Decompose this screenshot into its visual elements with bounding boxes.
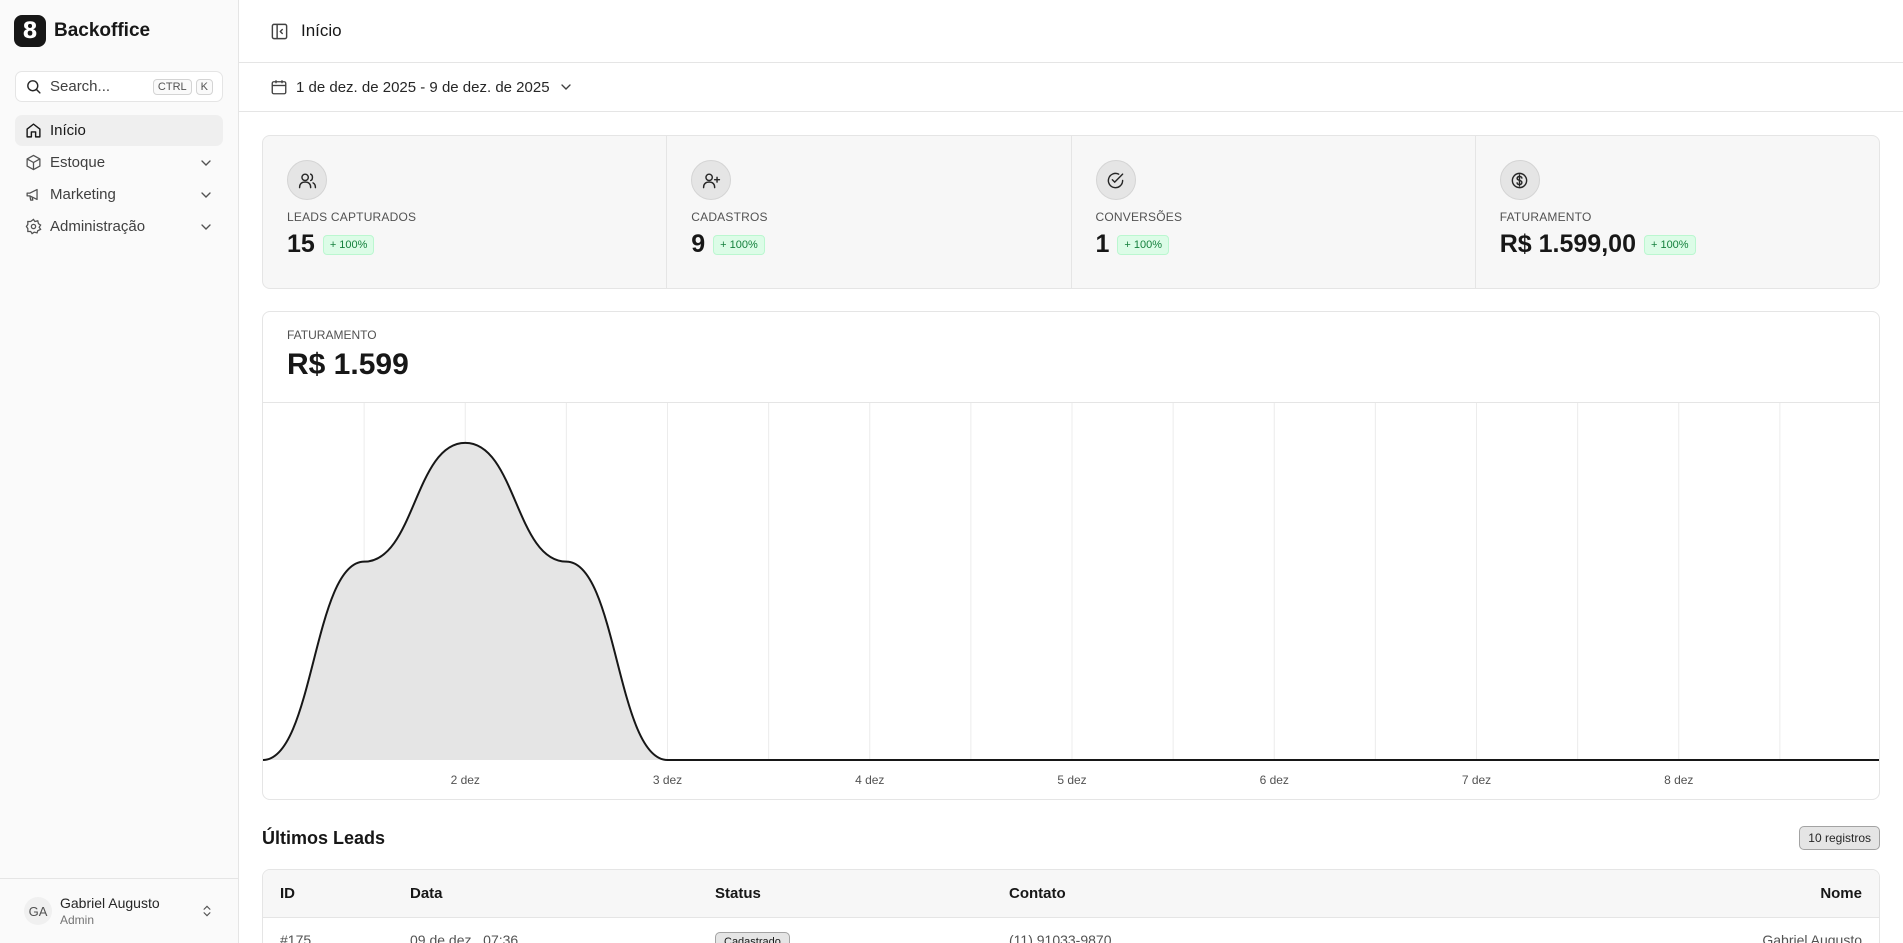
cell-date: 09 de dez., 07:36 bbox=[410, 932, 519, 943]
user-name: Gabriel Augusto bbox=[60, 895, 160, 911]
dashboard: LEADS CAPTURADOS 15 + 100% CADASTROS 9 +… bbox=[239, 112, 1903, 943]
stat-label: CADASTROS bbox=[691, 210, 768, 224]
chart-tick-label: 5 dez bbox=[1057, 773, 1086, 787]
cell-name: Gabriel Augusto bbox=[1762, 932, 1862, 943]
user-role: Admin bbox=[60, 913, 95, 927]
topbar: Início bbox=[239, 0, 1903, 63]
chevron-up-down-icon bbox=[200, 904, 214, 918]
cell-id: #175 bbox=[280, 932, 312, 943]
cell-contact: (11) 91033-9870 bbox=[1009, 932, 1112, 943]
column-header-data[interactable]: Data bbox=[410, 885, 715, 902]
chart-header: FATURAMENTO R$ 1.599 bbox=[263, 312, 1879, 403]
search-icon bbox=[25, 78, 42, 95]
table-header: ID Data Status Contato Nome bbox=[263, 870, 1879, 918]
main-content: Início 1 de dez. de 2025 - 9 de dez. de … bbox=[239, 0, 1903, 943]
column-header-id[interactable]: ID bbox=[280, 885, 410, 902]
stat-label: CONVERSÕES bbox=[1095, 210, 1183, 224]
kbd-k: K bbox=[195, 78, 213, 95]
revenue-chart-card: FATURAMENTO R$ 1.599 2 dez 3 dez 4 dez 5 de… bbox=[262, 311, 1880, 800]
chart-label: FATURAMENTO bbox=[287, 328, 377, 342]
cell-status: Cadastrado bbox=[715, 932, 1009, 943]
filter-bar: 1 de dez. de 2025 - 9 de dez. de 2025 bbox=[239, 63, 1903, 112]
stat-value: 1 bbox=[1095, 230, 1110, 258]
chevron-down-icon[interactable] bbox=[198, 155, 214, 171]
sidebar-nav: Início Estoque Marketing Administração bbox=[0, 115, 238, 242]
dollar-circle-icon bbox=[1499, 160, 1540, 200]
table-row[interactable]: #175 09 de dez., 07:36 Cadastrado (11) 9… bbox=[263, 918, 1879, 943]
stat-conversoes: CONVERSÕES 1 + 100% bbox=[1072, 136, 1476, 288]
leads-table: ID Data Status Contato Nome #175 09 de d… bbox=[262, 869, 1880, 943]
stat-value: 9 bbox=[691, 230, 706, 258]
leads-count-badge: 10 registros bbox=[1799, 826, 1880, 850]
stat-cadastros: CADASTROS 9 + 100% bbox=[667, 136, 1072, 288]
stat-label: FATURAMENTO bbox=[1499, 210, 1592, 224]
column-header-contato[interactable]: Contato bbox=[1009, 885, 1820, 902]
brand-name: Backoffice bbox=[54, 20, 151, 41]
date-range-picker[interactable]: 1 de dez. de 2025 - 9 de dez. de 2025 bbox=[270, 78, 574, 96]
megaphone-icon bbox=[24, 186, 42, 204]
calendar-icon bbox=[270, 78, 288, 96]
stat-leads: LEADS CAPTURADOS 15 + 100% bbox=[263, 136, 668, 288]
stat-change-badge: + 100% bbox=[322, 234, 375, 255]
stats-row: LEADS CAPTURADOS 15 + 100% CADASTROS 9 +… bbox=[262, 135, 1880, 289]
stat-change-badge: + 100% bbox=[1643, 234, 1696, 255]
stat-value: R$ 1.599,00 bbox=[1499, 230, 1636, 258]
chart-tick-label: 3 dez bbox=[653, 773, 682, 787]
search-shortcut: CTRL K bbox=[152, 78, 213, 95]
sidebar-item-label: Administração bbox=[50, 218, 146, 235]
app-root: 8 Backoffice Search... CTRL K Início Est… bbox=[0, 0, 1903, 943]
kbd-ctrl: CTRL bbox=[152, 78, 192, 95]
check-circle-icon bbox=[1095, 160, 1136, 200]
chart-tick-label: 4 dez bbox=[855, 773, 884, 787]
home-icon bbox=[24, 122, 42, 140]
chevron-down-icon bbox=[558, 79, 574, 95]
leads-title: Últimos Leads bbox=[262, 827, 386, 848]
user-info: Gabriel Augusto Admin bbox=[60, 895, 192, 927]
status-badge: Cadastrado bbox=[715, 932, 790, 943]
search-placeholder: Search... bbox=[50, 78, 111, 95]
stat-faturamento: FATURAMENTO R$ 1.599,00 + 100% bbox=[1476, 136, 1879, 288]
sidebar-item-administracao[interactable]: Administração bbox=[15, 211, 223, 242]
sidebar-item-inicio[interactable]: Início bbox=[15, 115, 223, 146]
brand-logo: 8 bbox=[14, 15, 46, 47]
users-icon bbox=[287, 160, 327, 200]
user-plus-icon bbox=[691, 160, 732, 200]
sidebar-item-label: Estoque bbox=[50, 154, 106, 171]
chart-tick-label: 2 dez bbox=[451, 773, 480, 787]
box-icon bbox=[24, 154, 42, 172]
sidebar: 8 Backoffice Search... CTRL K Início Est… bbox=[0, 0, 239, 943]
leads-header: Últimos Leads 10 registros bbox=[262, 826, 1880, 850]
revenue-chart: 2 dez 3 dez 4 dez 5 dez 6 dez 7 dez 8 dez bbox=[263, 403, 1879, 787]
stat-value: 15 bbox=[287, 230, 315, 258]
stat-change-badge: + 100% bbox=[1117, 234, 1170, 255]
chart-tick-label: 7 dez bbox=[1462, 773, 1491, 787]
avatar: GA bbox=[24, 897, 52, 925]
chart-area: 2 dez 3 dez 4 dez 5 dez 6 dez 7 dez 8 dez bbox=[263, 403, 1879, 799]
sidebar-item-marketing[interactable]: Marketing bbox=[15, 179, 223, 210]
chart-tick-label: 6 dez bbox=[1260, 773, 1289, 787]
gear-icon bbox=[24, 218, 42, 236]
sidebar-item-label: Início bbox=[50, 122, 86, 139]
sidebar-item-estoque[interactable]: Estoque bbox=[15, 147, 223, 178]
page-title: Início bbox=[301, 21, 342, 40]
column-header-nome[interactable]: Nome bbox=[1820, 885, 1862, 902]
stat-change-badge: + 100% bbox=[713, 234, 765, 255]
user-menu[interactable]: GA Gabriel Augusto Admin bbox=[0, 878, 238, 943]
chevron-down-icon[interactable] bbox=[198, 187, 214, 203]
sidebar-item-label: Marketing bbox=[50, 186, 116, 203]
sidebar-toggle-icon[interactable] bbox=[270, 22, 289, 41]
brand[interactable]: 8 Backoffice bbox=[0, 0, 238, 62]
date-range-label: 1 de dez. de 2025 - 9 de dez. de 2025 bbox=[296, 78, 550, 96]
chart-total: R$ 1.599 bbox=[287, 348, 409, 381]
chevron-down-icon[interactable] bbox=[198, 219, 214, 235]
search-input[interactable]: Search... CTRL K bbox=[15, 71, 223, 102]
column-header-status[interactable]: Status bbox=[715, 885, 1009, 902]
chart-tick-label: 8 dez bbox=[1664, 773, 1693, 787]
stat-label: LEADS CAPTURADOS bbox=[287, 210, 417, 224]
